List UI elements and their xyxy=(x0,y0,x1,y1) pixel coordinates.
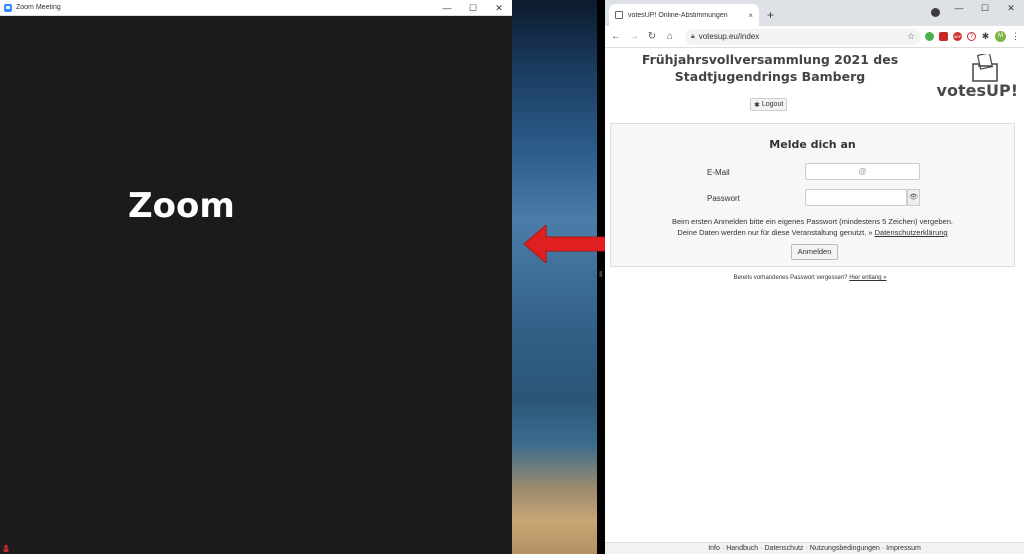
footer-link-impressum[interactable]: Impressum xyxy=(886,545,921,552)
maximize-button[interactable]: ☐ xyxy=(460,0,486,16)
browser-window-controls: — ☐ ✕ xyxy=(946,0,1024,16)
person-icon xyxy=(3,544,9,552)
key-icon: ✱ xyxy=(754,101,760,109)
footer-separator: · xyxy=(805,545,808,552)
zoom-window-controls: — ☐ ✕ xyxy=(434,0,512,16)
footer-link-nutzungsbedingungen[interactable]: Nutzungsbedingungen xyxy=(810,545,880,552)
ballot-box-icon xyxy=(615,11,623,19)
password-field[interactable] xyxy=(805,189,907,206)
tab-title: votesUP! Online-Abstimmungen xyxy=(628,11,728,19)
home-icon[interactable]: ⌂ xyxy=(663,31,677,42)
green-circle-icon[interactable] xyxy=(925,32,934,41)
url-text: votesup.eu/index xyxy=(698,32,760,41)
footer-separator: · xyxy=(881,545,885,552)
password-label: Passwort xyxy=(707,194,740,203)
privacy-link[interactable]: Datenschutzerklärung xyxy=(875,228,948,237)
divider-grip-icon[interactable]: ‖ xyxy=(599,270,603,282)
zoom-placeholder-label: Zoom xyxy=(128,186,235,226)
email-field[interactable]: @ xyxy=(805,163,920,180)
browser-tab[interactable]: votesUP! Online-Abstimmungen × xyxy=(609,4,759,26)
page-title: Frühjahrsvollversammlung 2021 des Stadtj… xyxy=(641,52,899,84)
avatar[interactable]: M xyxy=(995,31,1006,42)
info-line-2: Deine Daten werden nur für diese Veranst… xyxy=(611,227,1014,238)
forgot-link[interactable]: Hier entlang » xyxy=(849,275,886,281)
logo-text: votesUP! xyxy=(936,81,1018,100)
forward-icon[interactable]: → xyxy=(627,31,641,42)
back-icon[interactable]: ← xyxy=(609,31,623,42)
browser-minimize-button[interactable]: — xyxy=(946,0,972,16)
zoom-window: Zoom Meeting — ☐ ✕ Zoom xyxy=(0,0,512,554)
forgot-text: Bereits vorhandenes Passwort vergessen? xyxy=(733,275,848,281)
tab-close-icon[interactable]: × xyxy=(748,11,753,20)
login-panel: Melde dich an E-Mail @ Passwort 👁︎ Beim … xyxy=(610,123,1015,267)
lastpass-icon[interactable]: ? xyxy=(967,32,976,41)
browser-toolbar: ← → ↻ ⌂ 🔒︎ votesup.eu/index ☆ ABP ? ✱ M … xyxy=(605,26,1024,48)
show-password-icon[interactable]: 👁︎ xyxy=(907,189,920,206)
login-info: Beim ersten Anmelden bitte ein eigenes P… xyxy=(611,216,1014,238)
ballot-box-icon xyxy=(972,54,998,82)
footer-link-datenschutz[interactable]: Datenschutz xyxy=(765,545,804,552)
bookmark-star-icon[interactable]: ☆ xyxy=(907,31,915,42)
puzzle-icon[interactable]: ✱ xyxy=(981,32,990,41)
lock-icon: 🔒︎ xyxy=(691,32,695,40)
footer-separator: · xyxy=(760,545,763,552)
zoom-window-title: Zoom Meeting xyxy=(16,4,61,11)
footer-link-info[interactable]: Info xyxy=(708,545,720,552)
zoom-titlebar: Zoom Meeting — ☐ ✕ xyxy=(0,0,512,16)
zoom-app-icon xyxy=(4,3,12,12)
extension-bar: ABP ? ✱ M ⋮ xyxy=(925,31,1020,42)
footer-link-handbuch[interactable]: Handbuch xyxy=(726,545,758,552)
forgot-password: Bereits vorhandenes Passwort vergessen? … xyxy=(605,275,1015,281)
tab-strip: votesUP! Online-Abstimmungen × + — ☐ ✕ xyxy=(605,0,1024,26)
browser-close-button[interactable]: ✕ xyxy=(998,0,1024,16)
login-button[interactable]: Anmelden xyxy=(791,244,838,260)
page-footer: Info · Handbuch · Datenschutz · Nutzungsbed… xyxy=(605,542,1024,554)
abp-icon[interactable]: ABP xyxy=(953,32,962,41)
page-content: Frühjahrsvollversammlung 2021 des Stadtj… xyxy=(605,48,1024,542)
footer-separator: · xyxy=(721,545,725,552)
address-bar[interactable]: 🔒︎ votesup.eu/index ☆ xyxy=(685,28,921,45)
votesup-logo: votesUP! xyxy=(928,54,1018,100)
info-line-2-text: Deine Daten werden nur für diese Veranst… xyxy=(677,228,873,237)
info-line-1: Beim ersten Anmelden bitte ein eigenes P… xyxy=(672,217,953,226)
minimize-button[interactable]: — xyxy=(434,0,460,16)
menu-icon[interactable]: ⋮ xyxy=(1011,32,1020,41)
email-label: E-Mail xyxy=(707,168,730,177)
profile-icon[interactable] xyxy=(931,8,940,17)
browser-maximize-button[interactable]: ☐ xyxy=(972,0,998,16)
logout-button[interactable]: ✱ Logout xyxy=(750,98,788,111)
browser-window: votesUP! Online-Abstimmungen × + — ☐ ✕ ←… xyxy=(605,0,1024,554)
logout-label: Logout xyxy=(761,101,784,108)
pdf-icon[interactable] xyxy=(939,32,948,41)
login-heading: Melde dich an xyxy=(769,138,856,151)
close-button[interactable]: ✕ xyxy=(486,0,512,16)
new-tab-button[interactable]: + xyxy=(767,8,774,22)
desktop-wallpaper xyxy=(512,0,597,554)
reload-icon[interactable]: ↻ xyxy=(645,31,659,42)
